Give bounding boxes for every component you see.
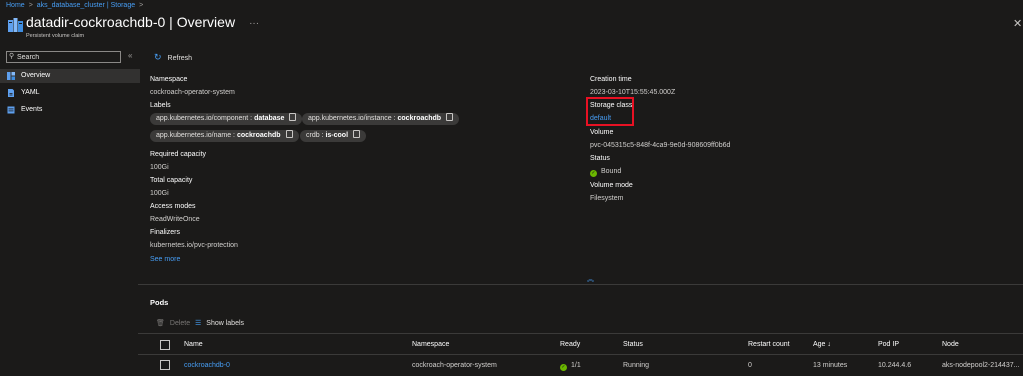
breadcrumb: Home > aks_database_cluster | Storage > [6,2,147,9]
chip-value: cockroachdb [397,115,442,122]
chip-key: app.kubernetes.io/component : [156,115,255,122]
refresh-icon: ↻ [154,52,162,62]
more-options-icon[interactable]: ··· [249,18,259,29]
pod-name-link[interactable]: cockroachdb-0 [184,362,230,369]
page-title-text: datadir-cockroachdb-0 | Overview [26,14,236,30]
delete-label: Delete [169,320,191,327]
checkmark-icon: ✓ [560,364,567,371]
page-title: datadir-cockroachdb-0 | Overview ··· [26,14,259,30]
tag-icon: ☰ [195,320,202,327]
copy-icon[interactable] [353,130,361,138]
divider [138,284,1023,285]
chip-value: cockroachdb [236,132,281,139]
nav-item-label: Events [21,106,43,113]
nav-item-label: YAML [21,89,40,96]
breadcrumb-separator: > [28,2,33,9]
breadcrumb-cluster-storage[interactable]: aks_database_cluster | Storage [37,2,135,9]
show-labels-label: Show labels [206,320,245,327]
column-header-node[interactable]: Node [942,341,959,348]
namespace-label: Namespace [150,76,188,83]
copy-icon[interactable] [285,130,293,138]
highlight-box [586,97,634,126]
collapse-essentials-icon[interactable]: ︽ [587,274,594,284]
label-chip-component[interactable]: app.kubernetes.io/component : database [150,113,303,125]
persistent-volume-claim-icon [8,18,23,32]
search-box[interactable]: ⚲ [6,51,121,63]
pod-namespace: cockroach-operator-system [412,362,497,369]
pods-section-title: Pods [150,298,169,307]
breadcrumb-separator: > [139,2,144,9]
finalizers-value: kubernetes.io/pvc-protection [150,242,238,249]
trash-icon: 🗑︎ [156,320,165,327]
column-header-status[interactable]: Status [623,341,643,348]
breadcrumb-home[interactable]: Home [6,2,25,9]
status-label: Status [590,155,610,162]
volume-label: Volume [590,129,614,136]
column-header-pod-ip[interactable]: Pod IP [878,341,899,348]
chip-value: database [254,115,285,122]
pod-age: 13 minutes [813,362,848,369]
divider [138,354,1023,355]
pod-ready-text: 1/1 [571,362,581,369]
chip-key: app.kubernetes.io/name : [156,132,237,139]
select-all-checkbox[interactable] [160,340,170,350]
copy-icon[interactable] [446,113,454,121]
creation-time-label: Creation time [590,76,632,83]
column-header-restart-count[interactable]: Restart count [748,341,790,348]
label-chip-instance[interactable]: app.kubernetes.io/instance : cockroachdb [302,113,460,125]
nav-item-overview[interactable]: Overview [0,69,140,83]
nav-item-events[interactable]: Events [0,103,140,117]
page-subtitle: Persistent volume claim [26,33,85,39]
checkmark-icon: ✓ [590,170,597,177]
labels-label: Labels [150,102,171,109]
total-capacity-value: 100Gi [150,190,169,197]
chip-key: crdb : [306,132,326,139]
pod-status: Running [623,362,650,369]
divider [138,333,1023,334]
required-capacity-value: 100Gi [150,164,169,171]
delete-button[interactable]: 🗑︎ Delete [156,319,190,327]
status-value: ✓ Bound [590,168,621,177]
yaml-file-icon [8,89,14,97]
access-modes-value: ReadWriteOnce [150,216,200,223]
search-input[interactable] [17,52,115,62]
overview-icon [7,72,15,80]
pod-ready: ✓ 1/1 [560,362,581,371]
creation-time-value: 2023-03-10T15:55:45.000Z [590,89,676,96]
copy-icon[interactable] [289,113,297,121]
column-header-name[interactable]: Name [184,341,203,348]
collapse-nav-icon[interactable]: « [128,51,132,60]
pod-restart-count: 0 [748,362,752,369]
status-text: Bound [601,168,622,175]
finalizers-label: Finalizers [150,229,180,236]
close-icon[interactable]: ✕ [1013,17,1022,30]
chip-value: is-cool [325,132,349,139]
pod-node: aks-nodepool2-214437... [942,362,1020,369]
volume-mode-label: Volume mode [590,182,633,189]
nav-item-label: Overview [21,72,51,79]
search-icon: ⚲ [9,53,15,60]
volume-mode-value: Filesystem [590,195,624,202]
volume-value: pvc-045315c5-848f-4ca9-9e0d-908609ff0b6d [590,142,731,149]
see-more-link[interactable]: See more [150,256,180,263]
column-header-age[interactable]: Age ↓ [813,341,831,348]
namespace-value: cockroach-operator-system [150,89,235,96]
chip-key: app.kubernetes.io/instance : [308,115,398,122]
refresh-label: Refresh [167,55,193,62]
row-checkbox[interactable] [160,360,170,370]
pod-ip: 10.244.4.6 [878,362,912,369]
refresh-button[interactable]: ↻ Refresh [154,52,192,63]
column-header-namespace[interactable]: Namespace [412,341,449,348]
nav-item-yaml[interactable]: YAML [0,86,140,100]
events-icon [7,106,15,114]
required-capacity-label: Required capacity [150,151,207,158]
show-labels-button[interactable]: ☰ Show labels [195,319,244,327]
label-chip-name[interactable]: app.kubernetes.io/name : cockroachdb [150,130,299,142]
total-capacity-label: Total capacity [150,177,193,184]
label-chip-crdb[interactable]: crdb : is-cool [300,130,367,142]
column-header-ready[interactable]: Ready [560,341,580,348]
access-modes-label: Access modes [150,203,196,210]
